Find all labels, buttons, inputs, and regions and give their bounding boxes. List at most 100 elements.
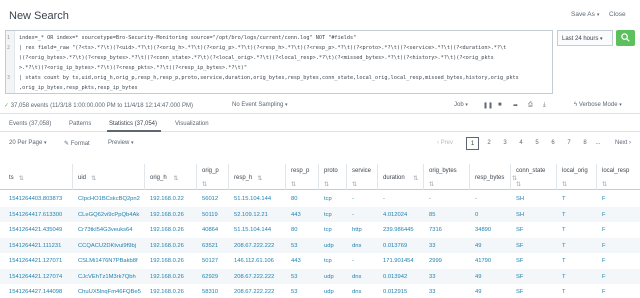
table-cell-orig-h[interactable]: 192.168.0.26 (150, 243, 184, 249)
table-cell-duration[interactable]: 4.012024 (383, 212, 407, 218)
table-cell-local-resp[interactable]: F (602, 212, 606, 218)
table-cell-resp-bytes[interactable]: 41790 (475, 258, 491, 264)
sort-icon[interactable]: ⇅ (602, 181, 607, 188)
table-cell-uid[interactable]: CCQACU2DKtvui9f9bj (78, 243, 136, 249)
table-cell-resp-bytes[interactable]: 49 (475, 243, 481, 249)
table-cell-uid[interactable]: Cr73tkI54G3veuks64 (78, 227, 132, 233)
table-cell-orig-p[interactable]: 56012 (202, 196, 218, 202)
page-button-1[interactable]: 1 (466, 137, 479, 150)
table-cell-resp-p[interactable]: 53 (291, 243, 297, 249)
table-cell-uid[interactable]: ChuUX5lnqFm46FQBe5 (78, 289, 141, 295)
table-cell-proto[interactable]: tcp (324, 258, 332, 264)
table-cell-proto[interactable]: tcp (324, 212, 332, 218)
table-cell-duration[interactable]: - (383, 196, 385, 202)
sort-icon[interactable]: ⇅ (516, 181, 521, 188)
column-header-orig-h[interactable]: orig_h (150, 175, 167, 181)
table-cell-uid[interactable]: CLeGQ62vi9cPpQb4Ak (78, 212, 139, 218)
per-page-dropdown[interactable]: 20 Per Page ▾ (9, 140, 47, 146)
share-icon[interactable]: ➦ (513, 102, 518, 109)
table-cell-duration[interactable]: 171.901454 (383, 258, 414, 264)
page-button-3[interactable]: 3 (499, 137, 511, 150)
table-cell-orig-p[interactable]: 40864 (202, 227, 218, 233)
table-cell-orig-h[interactable]: 192.168.0.26 (150, 227, 184, 233)
table-cell-proto[interactable]: tcp (324, 196, 332, 202)
table-cell-local-orig[interactable]: T (562, 212, 566, 218)
table-cell-ts[interactable]: 1541264427.144098 (9, 289, 62, 295)
table-cell-resp-p[interactable]: 80 (291, 196, 297, 202)
page-button-6[interactable]: 6 (547, 137, 559, 150)
sort-icon[interactable]: ⇅ (352, 181, 357, 188)
sort-icon[interactable]: ⇅ (173, 175, 178, 182)
column-header-orig-bytes[interactable]: orig_bytes (429, 168, 457, 174)
search-mode-dropdown[interactable]: ϟ Verbose Mode ▾ (574, 102, 622, 108)
column-header-resp-p[interactable]: resp_p (291, 168, 309, 174)
print-icon[interactable]: ⎙ (528, 102, 533, 109)
table-cell-duration[interactable]: 0.012915 (383, 289, 407, 295)
table-cell-service[interactable]: - (352, 258, 354, 264)
search-submit-button[interactable] (616, 30, 635, 46)
export-icon[interactable]: ⤓ (543, 102, 546, 109)
stop-icon[interactable]: ■ (498, 102, 502, 108)
page-button-2[interactable]: 2 (483, 137, 495, 150)
table-cell-uid[interactable]: CSLMi1476N7PBakb8f (78, 258, 138, 264)
column-header-service[interactable]: service (352, 168, 371, 174)
table-cell-local-resp[interactable]: F (602, 196, 606, 202)
table-cell-proto[interactable]: udp (324, 243, 334, 249)
table-cell-uid[interactable]: CIpcHO1BCskcBQ2pn2 (78, 196, 140, 202)
table-cell-resp-p[interactable]: 443 (291, 212, 301, 218)
table-cell-orig-p[interactable]: 62929 (202, 274, 218, 280)
table-cell-resp-p[interactable]: 80 (291, 227, 297, 233)
event-sampling-dropdown[interactable]: No Event Sampling ▾ (232, 102, 288, 108)
table-cell-proto[interactable]: udp (324, 274, 334, 280)
table-row[interactable]: 1541264427.144098 ChuUX5lnqFm46FQBe5 192.1… (0, 284, 640, 298)
table-cell-conn-state[interactable]: SF (516, 243, 523, 249)
table-cell-orig-p[interactable]: 50119 (202, 212, 218, 218)
table-cell-local-orig[interactable]: T (562, 274, 566, 280)
table-cell-orig-h[interactable]: 192.168.0.26 (150, 289, 184, 295)
table-cell-conn-state[interactable]: SH (516, 212, 524, 218)
table-cell-local-orig[interactable]: T (562, 243, 566, 249)
table-cell-service[interactable]: dns (352, 243, 361, 249)
sort-icon[interactable]: ⇅ (202, 181, 207, 188)
table-cell-ts[interactable]: 1541264421.435049 (9, 227, 62, 233)
sort-icon[interactable]: ⇅ (429, 181, 434, 188)
table-cell-resp-p[interactable]: 53 (291, 274, 297, 280)
prev-page-button[interactable]: ‹ Prev (430, 137, 460, 150)
page-button-8[interactable]: 8 (579, 137, 591, 150)
preview-dropdown[interactable]: Preview ▾ (108, 140, 134, 146)
table-cell-resp-h[interactable]: 208.67.222.222 (234, 243, 274, 249)
table-cell-duration[interactable]: 0.013769 (383, 243, 407, 249)
table-cell-service[interactable]: - (352, 196, 354, 202)
table-cell-resp-bytes[interactable]: 0 (475, 212, 478, 218)
table-row[interactable]: 1541264421.435049 Cr73tkI54G3veuks64 192.1… (0, 222, 640, 238)
table-cell-resp-bytes[interactable]: 49 (475, 274, 481, 280)
table-cell-uid[interactable]: CJcVEhTz1M3rk7Qbh (78, 274, 136, 280)
column-header-ts[interactable]: ts (9, 175, 14, 181)
table-cell-resp-h[interactable]: 51.15.104.144 (234, 196, 271, 202)
table-cell-ts[interactable]: 1541264421.127071 (9, 258, 62, 264)
table-cell-local-resp[interactable]: F (602, 258, 606, 264)
pause-icon[interactable]: ❚❚ (483, 102, 493, 109)
tab-statistics[interactable]: Statistics (37,054) (109, 121, 157, 127)
page-button-7[interactable]: 7 (563, 137, 575, 150)
table-cell-resp-bytes[interactable]: 34890 (475, 227, 491, 233)
table-cell-service[interactable]: dns (352, 274, 361, 280)
tab-patterns[interactable]: Patterns (69, 121, 91, 127)
table-cell-service[interactable]: - (352, 212, 354, 218)
column-header-resp-h[interactable]: resp_h (234, 175, 252, 181)
table-cell-local-orig[interactable]: T (562, 289, 566, 295)
table-cell-local-resp[interactable]: F (602, 243, 606, 249)
table-cell-resp-h[interactable]: 208.67.222.222 (234, 274, 274, 280)
table-cell-orig-p[interactable]: 50127 (202, 258, 218, 264)
close-button[interactable]: Close (609, 11, 626, 18)
table-cell-ts[interactable]: 1541264421.127074 (9, 274, 62, 280)
format-button[interactable]: ✎ Format (64, 140, 90, 147)
table-cell-resp-bytes[interactable]: - (475, 196, 477, 202)
table-cell-orig-bytes[interactable]: - (429, 196, 431, 202)
table-cell-orig-bytes[interactable]: 33 (429, 274, 435, 280)
table-cell-orig-bytes[interactable]: 2999 (429, 258, 442, 264)
sort-icon[interactable]: ⇅ (562, 181, 567, 188)
table-cell-ts[interactable]: 1541264417.613300 (9, 212, 62, 218)
table-cell-duration[interactable]: 239.986445 (383, 227, 414, 233)
column-header-orig-p[interactable]: orig_p (202, 168, 219, 174)
